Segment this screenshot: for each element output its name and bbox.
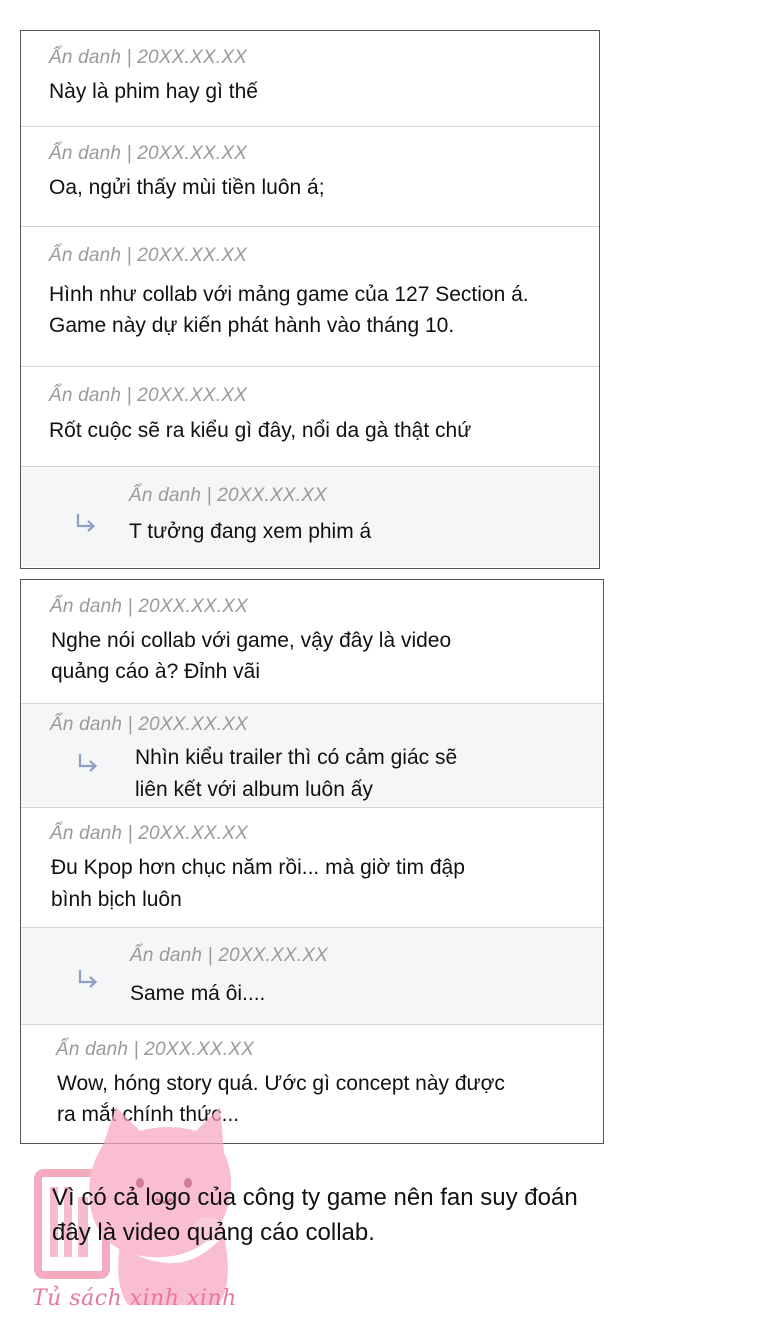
comment-text: T tưởng đang xem phim á: [129, 520, 372, 543]
comment-text: Same má ôi....: [130, 982, 266, 1005]
comment-item: Ẩn danh | 20XX.XX.XX Oa, ngửi thấy mùi t…: [21, 127, 599, 227]
reply-arrow-icon: [76, 514, 96, 532]
comment-text: Nghe nói collab với game, vậy đây là vid…: [51, 629, 452, 652]
comment-meta: Ẩn danh | 20XX.XX.XX: [49, 385, 248, 406]
comment-meta: Ẩn danh | 20XX.XX.XX: [130, 945, 329, 966]
comment-text: Wow, hóng story quá. Ước gì concept này …: [57, 1072, 505, 1095]
comment-text: quảng cáo à? Đỉnh vãi: [51, 660, 260, 683]
reply-item: Ẩn danh | 20XX.XX.XX T tưởng đang xem ph…: [21, 467, 599, 567]
comment-panel-1: Ẩn danh | 20XX.XX.XX Này là phim hay gì …: [20, 30, 600, 569]
comment-meta: Ẩn danh | 20XX.XX.XX: [129, 485, 328, 506]
comment-text: bình bịch luôn: [51, 888, 182, 911]
comment-text: Nhìn kiểu trailer thì có cảm giác sẽ: [135, 746, 458, 769]
comment-item: Ẩn danh | 20XX.XX.XX Hình như collab với…: [21, 227, 599, 367]
caption-line: Vì có cả logo của công ty game nên fan s…: [52, 1184, 578, 1211]
comment-meta: Ẩn danh | 20XX.XX.XX: [56, 1039, 255, 1060]
comment-text: Rốt cuộc sẽ ra kiểu gì đây, nổi da gà th…: [49, 419, 472, 442]
comment-meta: Ẩn danh | 20XX.XX.XX: [49, 47, 248, 68]
comment-text: Này là phim hay gì thế: [49, 80, 258, 103]
comment-meta: Ẩn danh | 20XX.XX.XX: [49, 143, 248, 164]
comment-text: Game này dự kiến phát hành vào tháng 10.: [49, 314, 455, 337]
watermark-text: Tủ sách xinh xinh: [32, 1286, 237, 1311]
comment-item: Ẩn danh | 20XX.XX.XX Này là phim hay gì …: [21, 31, 599, 127]
comment-text: Đu Kpop hơn chục năm rồi... mà giờ tim đ…: [51, 856, 465, 879]
comment-item: Ẩn danh | 20XX.XX.XX Nghe nói collab với…: [21, 580, 603, 704]
reply-arrow-icon: [78, 970, 98, 988]
comment-item: Ẩn danh | 20XX.XX.XX Rốt cuộc sẽ ra kiểu…: [21, 367, 599, 467]
caption-line: đây là video quảng cáo collab.: [52, 1219, 375, 1246]
reply-item: Ẩn danh | 20XX.XX.XX Same má ôi....: [21, 928, 603, 1025]
comment-item: Ẩn danh | 20XX.XX.XX Đu Kpop hơn chục nă…: [21, 808, 603, 928]
comment-text: Hình như collab với mảng game của 127 Se…: [49, 283, 529, 306]
comment-meta: Ẩn danh | 20XX.XX.XX: [49, 245, 248, 266]
comment-meta: Ẩn danh | 20XX.XX.XX: [50, 823, 249, 844]
comment-text: Oa, ngửi thấy mùi tiền luôn á;: [49, 176, 325, 199]
comment-meta: Ẩn danh | 20XX.XX.XX: [50, 596, 249, 617]
reply-arrow-icon: [78, 754, 98, 772]
comment-text: liên kết với album luôn ấy: [135, 778, 373, 801]
comment-meta: Ẩn danh | 20XX.XX.XX: [50, 714, 249, 735]
comment-panel-2: Ẩn danh | 20XX.XX.XX Nghe nói collab với…: [20, 579, 604, 1144]
caption: Vì có cả logo của công ty game nên fan s…: [52, 1180, 578, 1250]
reply-item: Ẩn danh | 20XX.XX.XX Nhìn kiểu trailer t…: [21, 704, 603, 808]
